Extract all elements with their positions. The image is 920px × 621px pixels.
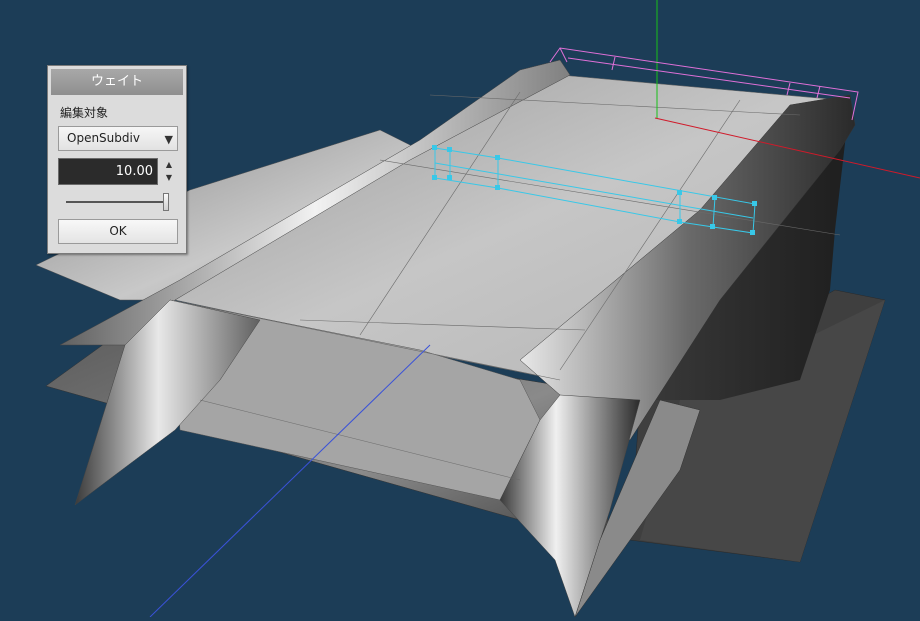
edit-target-select[interactable]: OpenSubdiv ▼ xyxy=(58,126,178,151)
triangle-up-icon[interactable]: ▲ xyxy=(161,158,177,171)
weight-dialog[interactable]: ウェイト 編集対象 OpenSubdiv ▼ 10.00 ▲ ▼ OK xyxy=(47,65,187,254)
triangle-down-icon[interactable]: ▼ xyxy=(161,171,177,184)
edit-target-label: 編集対象 xyxy=(60,106,109,120)
edit-target-value: OpenSubdiv xyxy=(67,131,140,145)
ok-button[interactable]: OK xyxy=(58,219,178,244)
dialog-title[interactable]: ウェイト xyxy=(51,69,183,95)
weight-slider-track[interactable] xyxy=(66,201,166,203)
weight-slider-thumb[interactable] xyxy=(163,193,169,211)
weight-spinner[interactable]: ▲ ▼ xyxy=(161,158,177,185)
triangle-down-icon: ▼ xyxy=(164,133,173,146)
weight-value-input[interactable]: 10.00 xyxy=(58,158,158,185)
